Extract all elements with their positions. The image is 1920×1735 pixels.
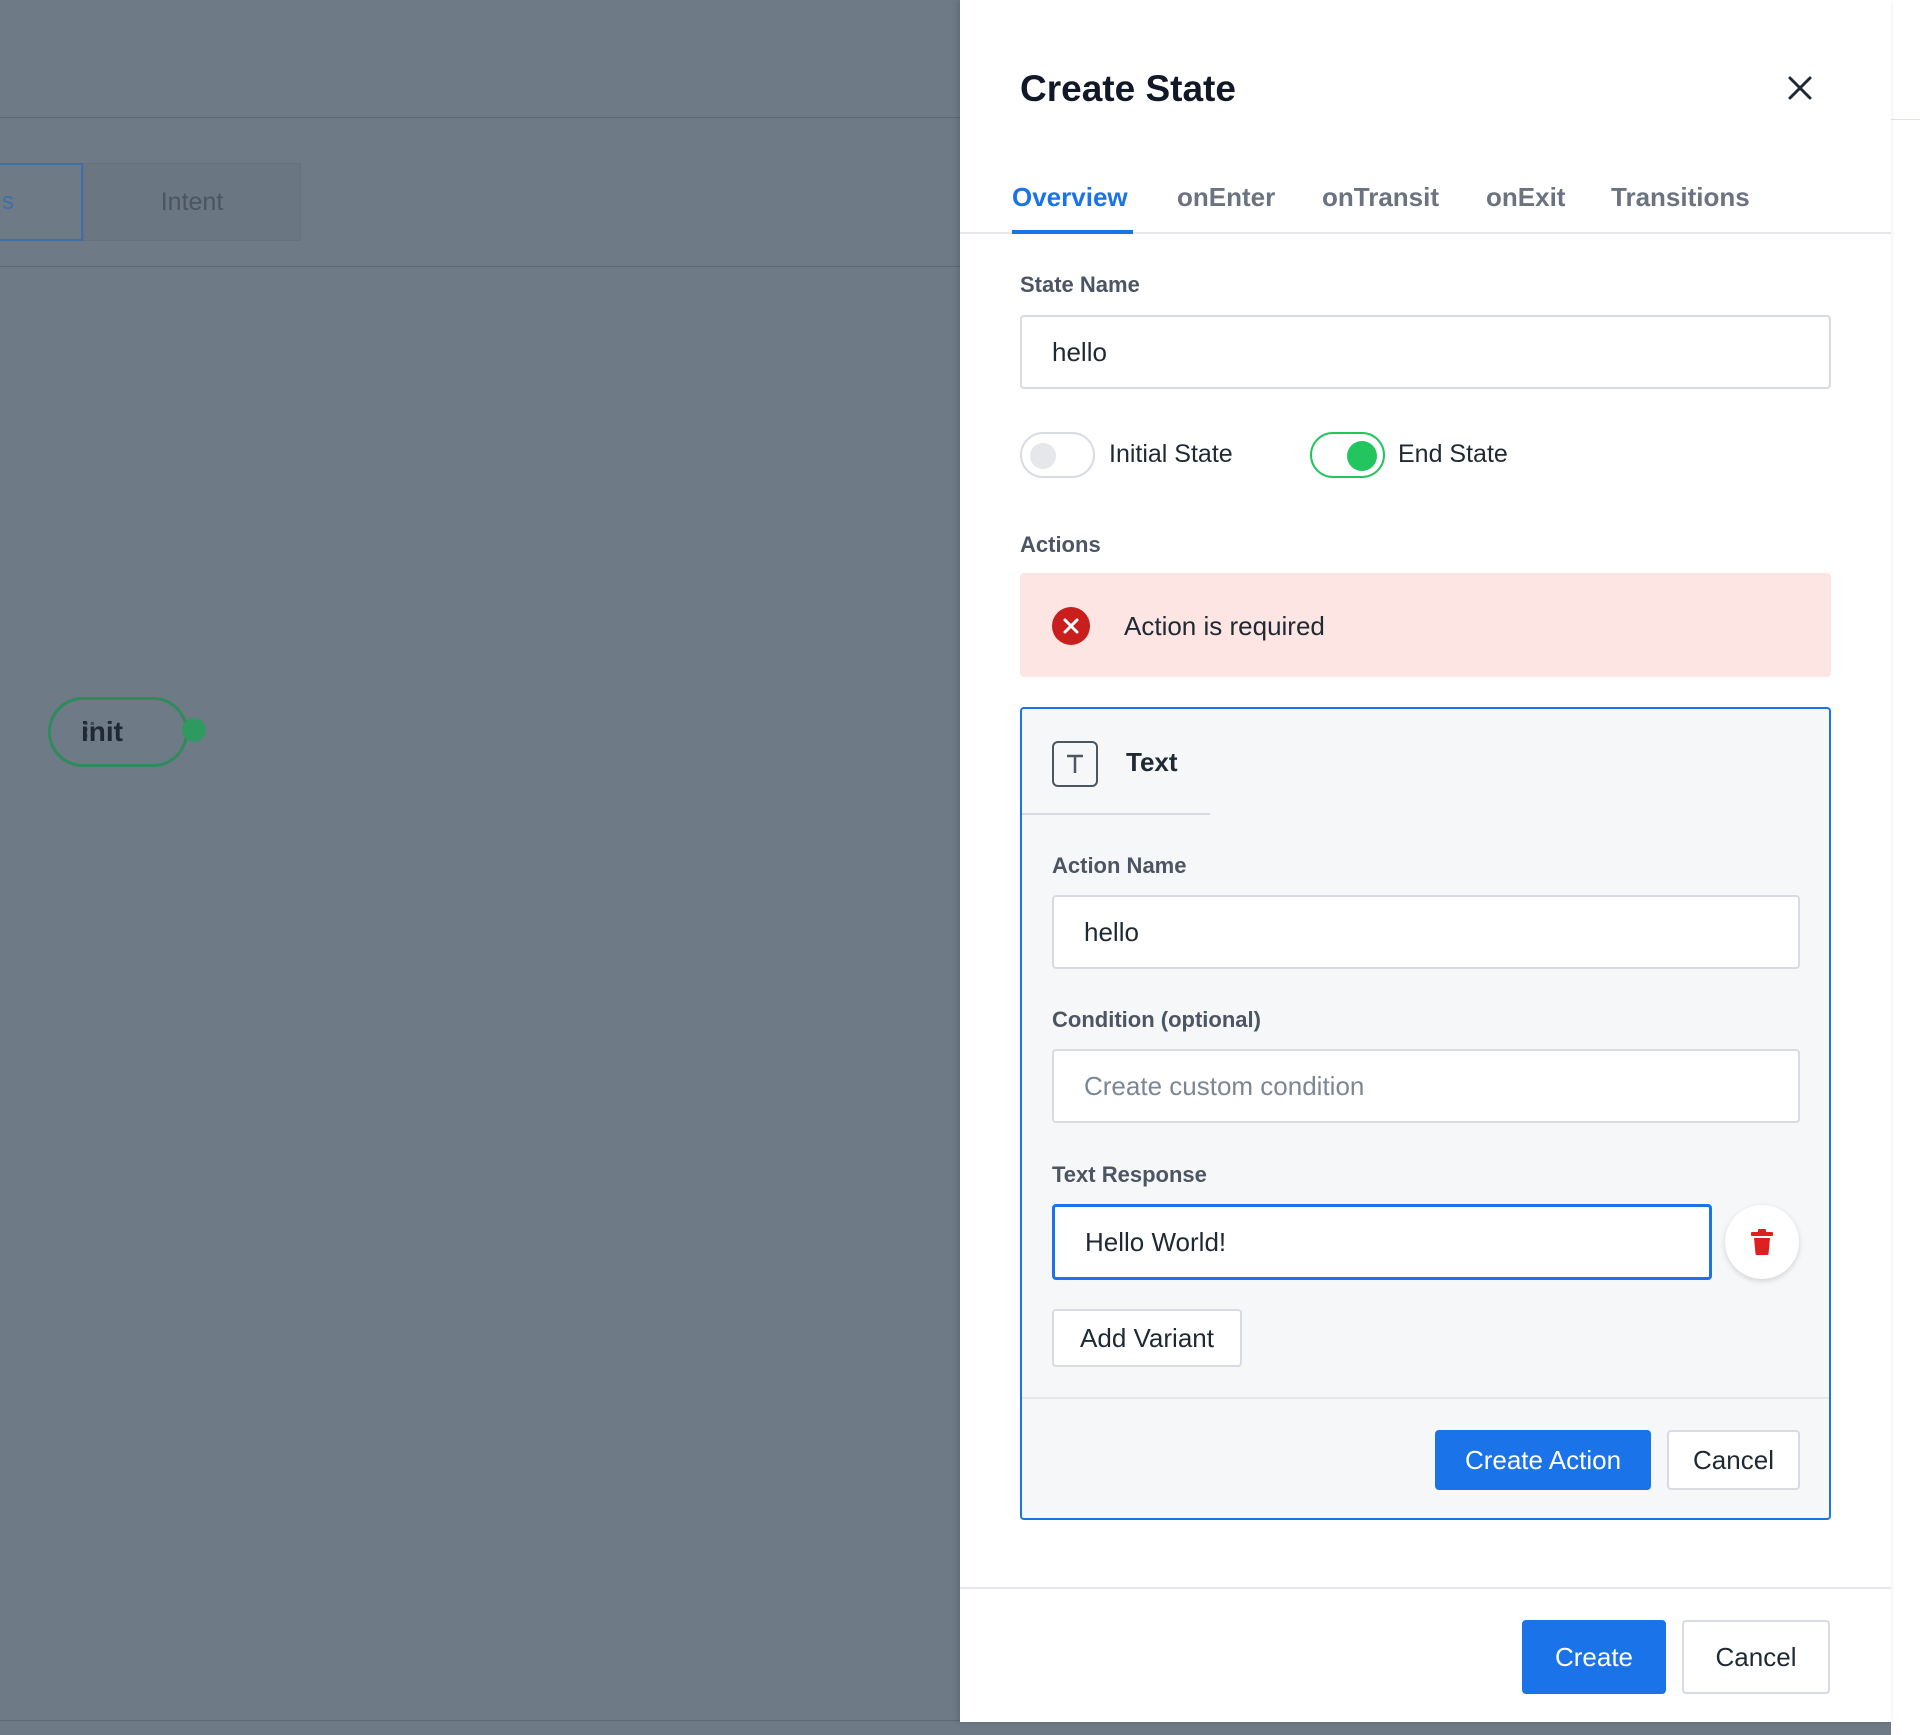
tab-overview[interactable]: Overview xyxy=(1012,182,1128,213)
delete-variant-button[interactable] xyxy=(1725,1205,1799,1279)
cancel-button[interactable]: Cancel xyxy=(1682,1620,1830,1694)
panel-tabs: Overview onEnter onTransit onExit Transi… xyxy=(960,172,1891,234)
cancel-action-button[interactable]: Cancel xyxy=(1667,1430,1800,1490)
action-type-title: Text xyxy=(1126,747,1178,777)
create-state-panel: Create State Overview onEnter onTransit … xyxy=(960,0,1891,1722)
close-button[interactable] xyxy=(1780,68,1820,108)
error-alert: Action is required xyxy=(1020,573,1831,677)
page-edge xyxy=(1891,0,1920,1735)
text-type-icon xyxy=(1052,741,1098,787)
flow-node-label: init xyxy=(81,716,123,747)
add-variant-button[interactable]: Add Variant xyxy=(1052,1309,1242,1367)
tab-onexit[interactable]: onExit xyxy=(1486,182,1565,213)
close-icon xyxy=(1788,76,1812,100)
end-state-label: End State xyxy=(1398,440,1508,468)
node-connector-handle[interactable] xyxy=(182,718,206,742)
action-name-input[interactable]: hello xyxy=(1052,895,1800,969)
state-name-label: State Name xyxy=(1020,272,1140,297)
background-tab-label: Intent xyxy=(160,187,224,216)
condition-label: Condition (optional) xyxy=(1052,1007,1261,1032)
card-footer-divider xyxy=(1022,1397,1829,1399)
condition-input[interactable]: Create custom condition xyxy=(1052,1049,1800,1123)
background-tab-active[interactable]: s xyxy=(0,163,83,241)
action-name-label: Action Name xyxy=(1052,853,1187,878)
initial-state-toggle[interactable] xyxy=(1020,432,1095,478)
active-tab-indicator xyxy=(1012,230,1133,234)
panel-footer-divider xyxy=(960,1587,1891,1589)
action-card: Text Action Name hello Condition (option… xyxy=(1020,707,1831,1520)
tab-transitions[interactable]: Transitions xyxy=(1611,182,1750,213)
alert-message: Action is required xyxy=(1124,611,1325,641)
state-name-input[interactable]: hello xyxy=(1020,315,1831,389)
background-tabs: s Intent xyxy=(0,163,301,241)
create-button[interactable]: Create xyxy=(1522,1620,1666,1694)
background-divider xyxy=(0,266,960,267)
background-tab-intent[interactable]: Intent xyxy=(83,163,301,241)
text-response-label: Text Response xyxy=(1052,1162,1207,1187)
initial-state-label: Initial State xyxy=(1109,440,1233,468)
background-tab-label: s xyxy=(2,188,14,215)
flow-node-init[interactable]: ⠿ init xyxy=(48,697,188,767)
text-response-input[interactable]: Hello World! xyxy=(1052,1204,1712,1280)
tab-onenter[interactable]: onEnter xyxy=(1177,182,1275,213)
trash-icon xyxy=(1751,1229,1773,1255)
tab-ontransit[interactable]: onTransit xyxy=(1322,182,1439,213)
create-action-button[interactable]: Create Action xyxy=(1435,1430,1651,1490)
end-state-toggle[interactable] xyxy=(1310,432,1385,478)
panel-title: Create State xyxy=(1020,68,1236,109)
error-icon xyxy=(1052,607,1090,645)
background-topbar xyxy=(0,0,960,118)
actions-label: Actions xyxy=(1020,532,1101,557)
background-footer xyxy=(0,1720,1920,1735)
action-type-divider xyxy=(1022,813,1210,815)
